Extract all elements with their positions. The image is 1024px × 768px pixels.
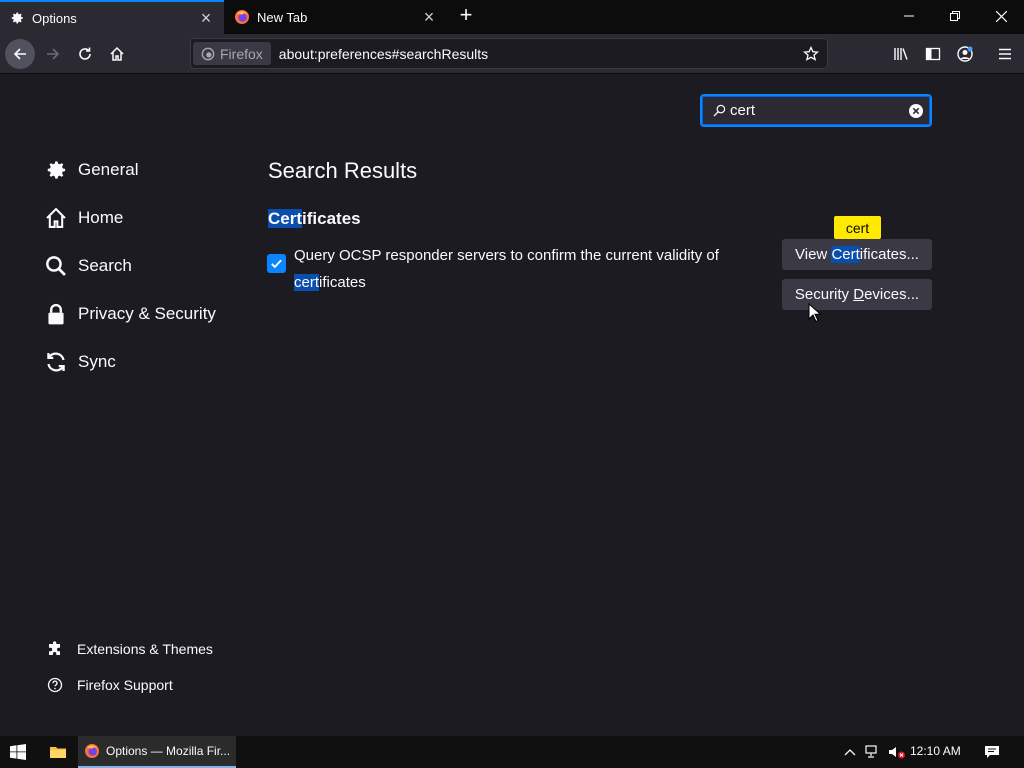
category-label: Home — [78, 208, 124, 227]
category-label: General — [78, 160, 139, 179]
search-highlight: cert — [294, 274, 320, 291]
action-center-icon[interactable] — [978, 736, 1006, 768]
ocsp-checkbox[interactable] — [267, 254, 286, 273]
mouse-cursor-icon — [808, 303, 822, 323]
security-devices-button[interactable]: Security Devices... — [782, 279, 932, 310]
restore-button[interactable] — [932, 0, 978, 32]
sync-icon — [44, 350, 68, 374]
view-certificates-button[interactable]: View Cert ificates... — [782, 239, 932, 270]
certificates-group-title: Certificates — [268, 209, 361, 229]
tab-new-tab[interactable]: New Tab × — [225, 0, 447, 34]
home-icon — [44, 206, 68, 230]
url-text[interactable]: about:preferences#searchResults — [279, 46, 801, 62]
forward-button[interactable] — [38, 39, 68, 69]
account-icon[interactable] — [950, 39, 980, 69]
firefox-logo-icon — [85, 744, 99, 758]
tab-title: Options — [32, 10, 77, 26]
search-highlight: Cert — [831, 246, 860, 263]
footer-link-label: Extensions & Themes — [77, 641, 213, 657]
menu-icon[interactable] — [990, 39, 1020, 69]
button-text: evices... — [864, 286, 920, 303]
windows-taskbar: Options — Mozilla Fir... 12:10 AM — [0, 736, 1024, 768]
file-explorer-button[interactable] — [42, 736, 74, 768]
identity-label: Firefox — [220, 45, 263, 62]
taskbar-app-label: Options — Mozilla Fir... — [106, 744, 231, 758]
identity-box[interactable]: Firefox — [193, 42, 271, 65]
back-button[interactable] — [5, 39, 35, 69]
tab-title: New Tab — [257, 9, 308, 25]
accesskey-letter: D — [853, 286, 865, 303]
preferences-content: cert General Home Search Privacy & Secur… — [0, 75, 1024, 736]
home-button[interactable] — [102, 39, 132, 69]
taskbar-clock[interactable]: 12:10 AM — [910, 744, 961, 758]
taskbar-firefox-app[interactable]: Options — Mozilla Fir... — [78, 736, 236, 768]
search-results-title: Search Results — [268, 158, 418, 183]
volume-muted-icon[interactable] — [886, 736, 908, 768]
search-icon — [44, 254, 68, 278]
category-search[interactable]: Search — [44, 251, 132, 281]
tab-options[interactable]: Options × — [0, 0, 224, 34]
gear-icon — [9, 10, 25, 26]
category-label: Sync — [78, 352, 116, 371]
group-title-rest: ificates — [302, 209, 361, 228]
windows-logo-icon — [10, 744, 26, 760]
ocsp-label-line1: Query OCSP responder servers to confirm … — [294, 247, 719, 264]
clear-search-icon[interactable] — [908, 103, 924, 119]
library-icon[interactable] — [886, 39, 916, 69]
minimize-button[interactable] — [886, 0, 932, 32]
footer-link-label: Firefox Support — [77, 677, 173, 693]
close-tab-icon[interactable]: × — [421, 8, 437, 26]
extensions-themes-link[interactable]: Extensions & Themes — [46, 638, 213, 660]
reload-button[interactable] — [70, 39, 100, 69]
folder-icon — [50, 747, 66, 758]
lock-icon — [44, 302, 68, 326]
chevron-up-icon[interactable] — [840, 736, 860, 768]
search-match-tooltip: cert — [834, 216, 881, 245]
ocsp-label-rest: ificates — [319, 274, 366, 291]
network-icon[interactable] — [862, 736, 884, 768]
navigation-toolbar: Firefox about:preferences#searchResults — [0, 34, 1024, 74]
tab-strip: Options × New Tab × + — [0, 0, 1024, 34]
close-window-button[interactable] — [978, 0, 1024, 32]
search-icon — [711, 103, 727, 119]
gear-icon — [44, 158, 68, 182]
button-text: View — [795, 246, 832, 263]
search-input[interactable]: cert — [700, 94, 932, 127]
button-text: Security — [794, 286, 854, 303]
sidebar-toggle-icon[interactable] — [918, 39, 948, 69]
url-bar[interactable]: Firefox about:preferences#searchResults — [190, 38, 828, 69]
puzzle-icon — [46, 640, 64, 658]
firefox-logo-icon — [234, 9, 250, 25]
close-tab-icon[interactable]: × — [198, 9, 214, 27]
category-privacy[interactable]: Privacy & Security — [44, 299, 216, 329]
category-label: Privacy & Security — [78, 304, 216, 323]
bookmark-star-icon[interactable] — [801, 44, 821, 64]
new-tab-button[interactable]: + — [455, 4, 477, 27]
category-home[interactable]: Home — [44, 203, 123, 233]
category-label: Search — [78, 256, 132, 275]
firefox-support-link[interactable]: Firefox Support — [46, 674, 173, 696]
help-icon — [46, 676, 64, 694]
ocsp-checkbox-label[interactable]: Query OCSP responder servers to confirm … — [294, 242, 734, 296]
category-general[interactable]: General — [44, 155, 138, 185]
search-input-value[interactable]: cert — [730, 102, 908, 119]
start-button[interactable] — [0, 736, 36, 768]
search-highlight: Cert — [268, 209, 303, 228]
firefox-logo-icon — [201, 47, 215, 60]
category-sync[interactable]: Sync — [44, 347, 116, 377]
button-text: ificates... — [859, 246, 919, 263]
